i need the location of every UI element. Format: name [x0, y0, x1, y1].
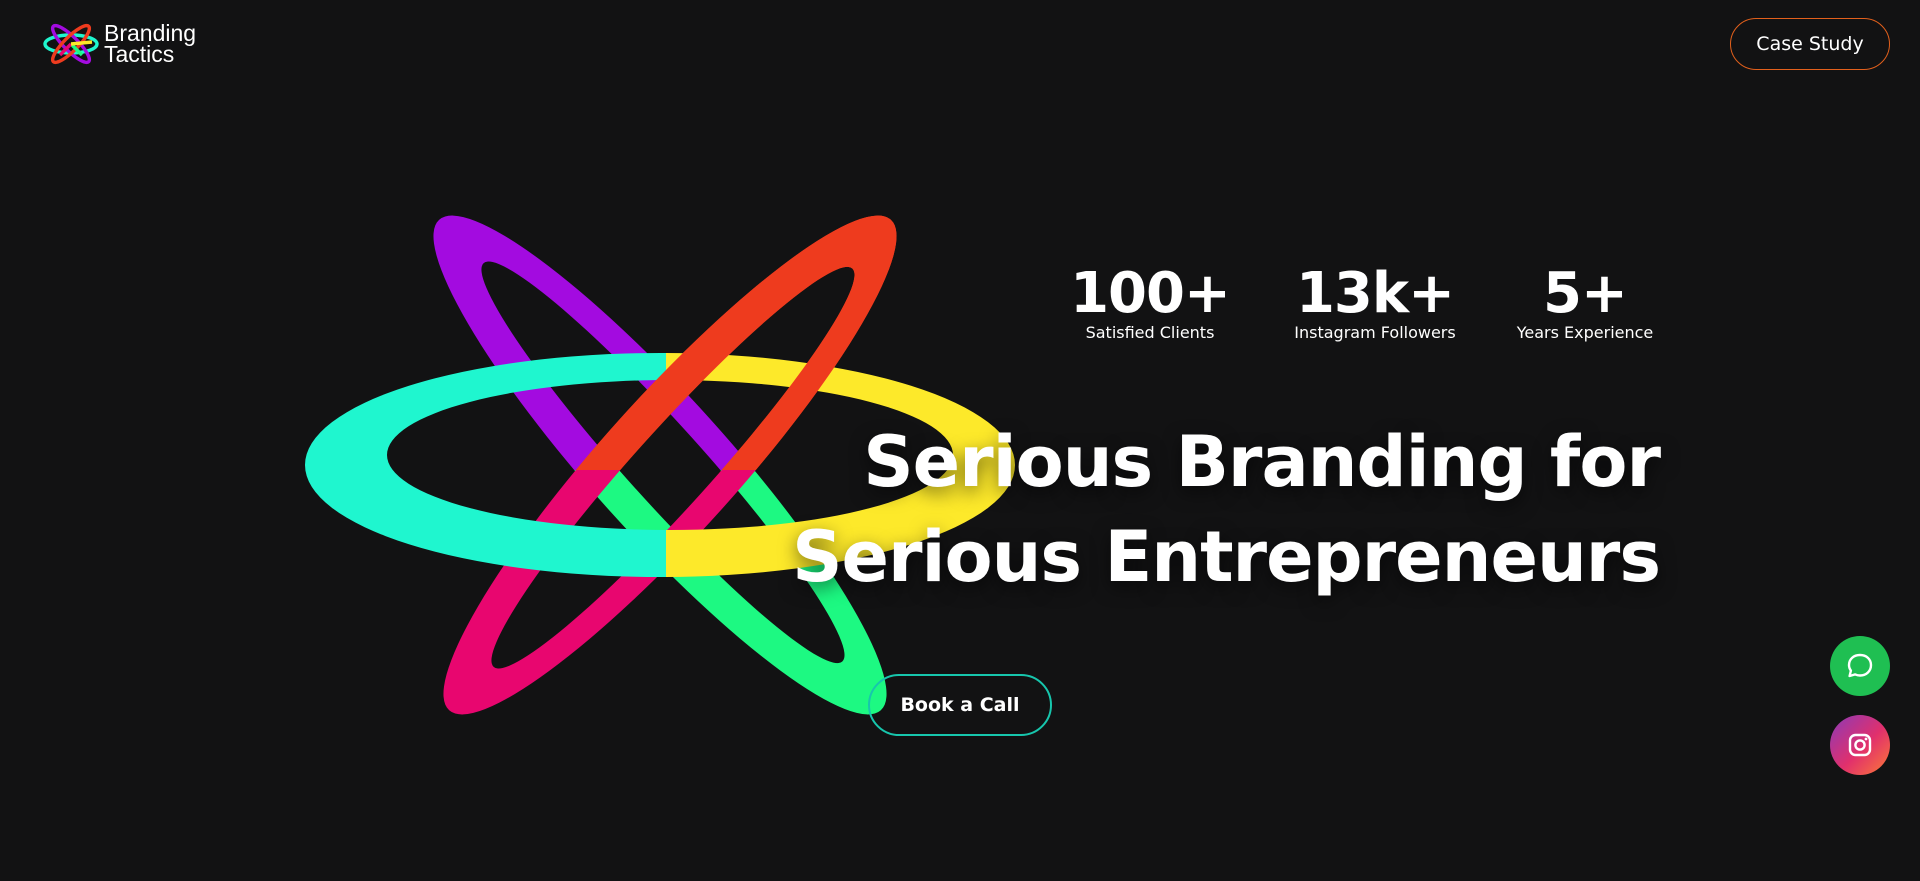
instagram-icon [1848, 733, 1872, 757]
stat-clients: 100+ Satisfied Clients [1035, 262, 1265, 342]
chat-button[interactable] [1830, 636, 1890, 696]
stat-label: Satisfied Clients [1085, 323, 1215, 342]
stat-value: 100+ [1070, 261, 1231, 326]
stat-value: 13k+ [1295, 261, 1455, 326]
landing-page: Branding Tactics Case Study 100+ Satisfi… [0, 0, 1920, 881]
instagram-button[interactable] [1830, 715, 1890, 775]
hero-headline: Serious Branding for Serious Entrepreneu… [792, 415, 1661, 605]
case-study-button[interactable]: Case Study [1730, 18, 1890, 70]
stats-row: 100+ Satisfied Clients 13k+ Instagram Fo… [1060, 262, 1660, 352]
stat-value: 5+ [1543, 261, 1628, 326]
brand-name-line2: Tactics [104, 41, 175, 67]
brand-logo[interactable]: Branding Tactics [42, 20, 196, 68]
stat-label: Years Experience [1516, 323, 1654, 342]
stat-experience: 5+ Years Experience [1470, 262, 1700, 342]
stat-followers: 13k+ Instagram Followers [1260, 262, 1490, 342]
chat-bubble-icon [1847, 653, 1873, 678]
stat-label: Instagram Followers [1294, 323, 1456, 342]
headline-line-1: Serious Branding for [863, 421, 1661, 503]
headline-line-2: Serious Entrepreneurs [792, 516, 1661, 598]
atom-logo-icon [43, 23, 99, 65]
brand-name: Branding Tactics [104, 22, 196, 67]
book-a-call-button[interactable]: Book a Call [868, 674, 1052, 736]
